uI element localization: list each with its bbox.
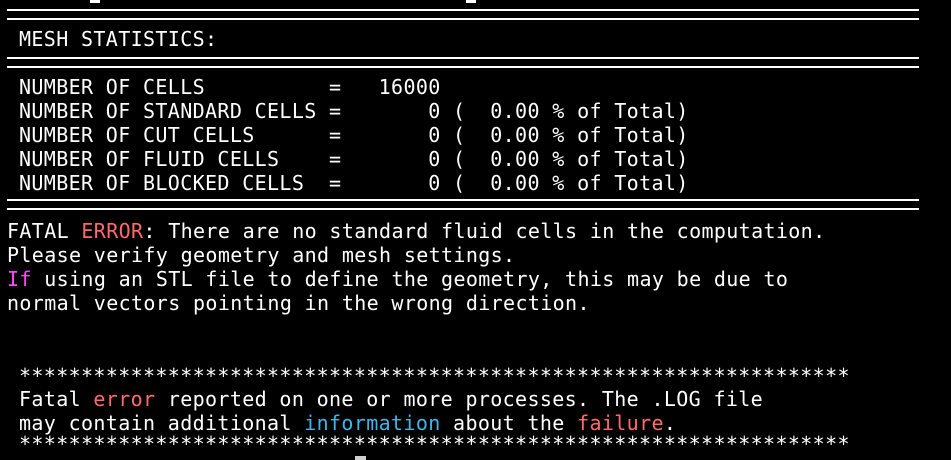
fatal-error-line-1: FATAL ERROR: There are no standard fluid… bbox=[7, 219, 825, 243]
error-keyword: error bbox=[93, 387, 156, 411]
stat-row-standard-cells: NUMBER OF STANDARD CELLS = 0 ( 0.00 % of… bbox=[19, 99, 689, 123]
stat-percent: 0.00 % of Total) bbox=[477, 171, 689, 195]
footer-line-1: Fatal error reported on one or more proc… bbox=[19, 387, 763, 411]
stat-label: NUMBER OF BLOCKED CELLS = bbox=[19, 171, 342, 195]
separator-line bbox=[7, 9, 919, 20]
fatal-error-line-3: If using an STL file to define the geome… bbox=[7, 267, 788, 291]
footer-text: Fatal bbox=[19, 387, 94, 411]
footer-text: reported on one or more processes. The .… bbox=[155, 387, 764, 411]
stat-percent: 0.00 % of Total) bbox=[477, 99, 689, 123]
asterisk-border: ****************************************… bbox=[19, 432, 850, 456]
stat-value: 0 ( bbox=[341, 123, 478, 147]
scrolled-text-fragment bbox=[466, 0, 476, 3]
stat-label: NUMBER OF CUT CELLS = bbox=[19, 123, 342, 147]
stat-value: 0 ( bbox=[341, 171, 478, 195]
stat-label: NUMBER OF CELLS = bbox=[19, 75, 342, 99]
stat-row-fluid-cells: NUMBER OF FLUID CELLS = 0 ( 0.00 % of To… bbox=[19, 147, 689, 171]
stat-label: NUMBER OF STANDARD CELLS = bbox=[19, 99, 342, 123]
asterisk-border: ****************************************… bbox=[19, 364, 850, 388]
fatal-error-line-2: Please verify geometry and mesh settings… bbox=[7, 243, 516, 267]
separator-line bbox=[7, 57, 919, 68]
stat-value: 0 ( bbox=[341, 99, 478, 123]
stat-percent: 0.00 % of Total) bbox=[477, 123, 689, 147]
error-message: : There are no standard fluid cells in t… bbox=[143, 219, 826, 243]
mesh-statistics-heading: MESH STATISTICS: bbox=[19, 27, 218, 51]
stat-row-cells: NUMBER OF CELLS = 16000 bbox=[19, 75, 441, 99]
stat-row-blocked-cells: NUMBER OF BLOCKED CELLS = 0 ( 0.00 % of … bbox=[19, 171, 689, 195]
fatal-error-line-4: normal vectors pointing in the wrong dir… bbox=[7, 291, 590, 315]
text-cursor bbox=[355, 456, 366, 460]
stat-row-cut-cells: NUMBER OF CUT CELLS = 0 ( 0.00 % of Tota… bbox=[19, 123, 689, 147]
stat-value: 0 ( bbox=[341, 147, 478, 171]
scrolled-text-fragment bbox=[90, 0, 100, 3]
error-message: using an STL file to define the geometry… bbox=[31, 267, 789, 291]
terminal-window[interactable]: MESH STATISTICS: NUMBER OF CELLS = 16000… bbox=[0, 0, 951, 460]
stat-label: NUMBER OF FLUID CELLS = bbox=[19, 147, 342, 171]
stat-percent: 0.00 % of Total) bbox=[477, 147, 689, 171]
stat-value: 16000 bbox=[341, 75, 441, 99]
if-keyword: If bbox=[7, 267, 32, 291]
separator-line bbox=[7, 199, 919, 210]
fatal-prefix: FATAL bbox=[7, 219, 82, 243]
error-keyword: ERROR bbox=[81, 219, 144, 243]
